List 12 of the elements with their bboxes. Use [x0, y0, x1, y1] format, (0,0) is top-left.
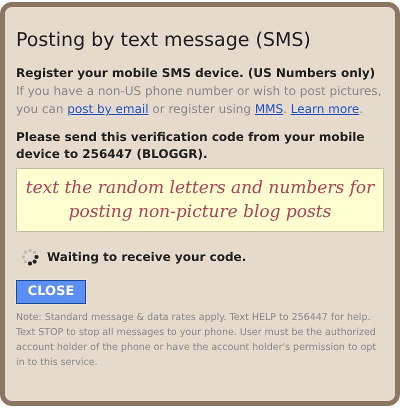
instruction-text: Please send this verification code from your mobile device to 256447 (BLOGGR).: [16, 129, 366, 163]
handwritten-annotation: text the random letters and numbers for posting non-picture blog posts: [24, 177, 376, 224]
text-link[interactable]: MMS: [254, 102, 284, 116]
loading-spinner-icon: [21, 248, 39, 266]
intro-paragraph: If you have a non-US phone number or wish to post pictures, you can post by email or register using MMS. Learn more.: [16, 83, 382, 118]
close-button[interactable]: CLOSE: [16, 280, 86, 304]
dialog-title: Posting by text message (SMS): [16, 28, 312, 53]
section-heading: Register your mobile SMS device. (US Numbers only): [16, 65, 376, 82]
text-link[interactable]: Learn more: [290, 102, 360, 116]
status-text: Waiting to receive your code.: [47, 249, 246, 266]
note-text: Note: Standard message & data rates apply. Text HELP to 256447 for help. Text STOP to stop all messages to your phone. User must be the authorized account holder of the phone or have the account holder's permission to opt in to this service.: [16, 311, 378, 370]
text-link[interactable]: post by email: [67, 102, 149, 116]
